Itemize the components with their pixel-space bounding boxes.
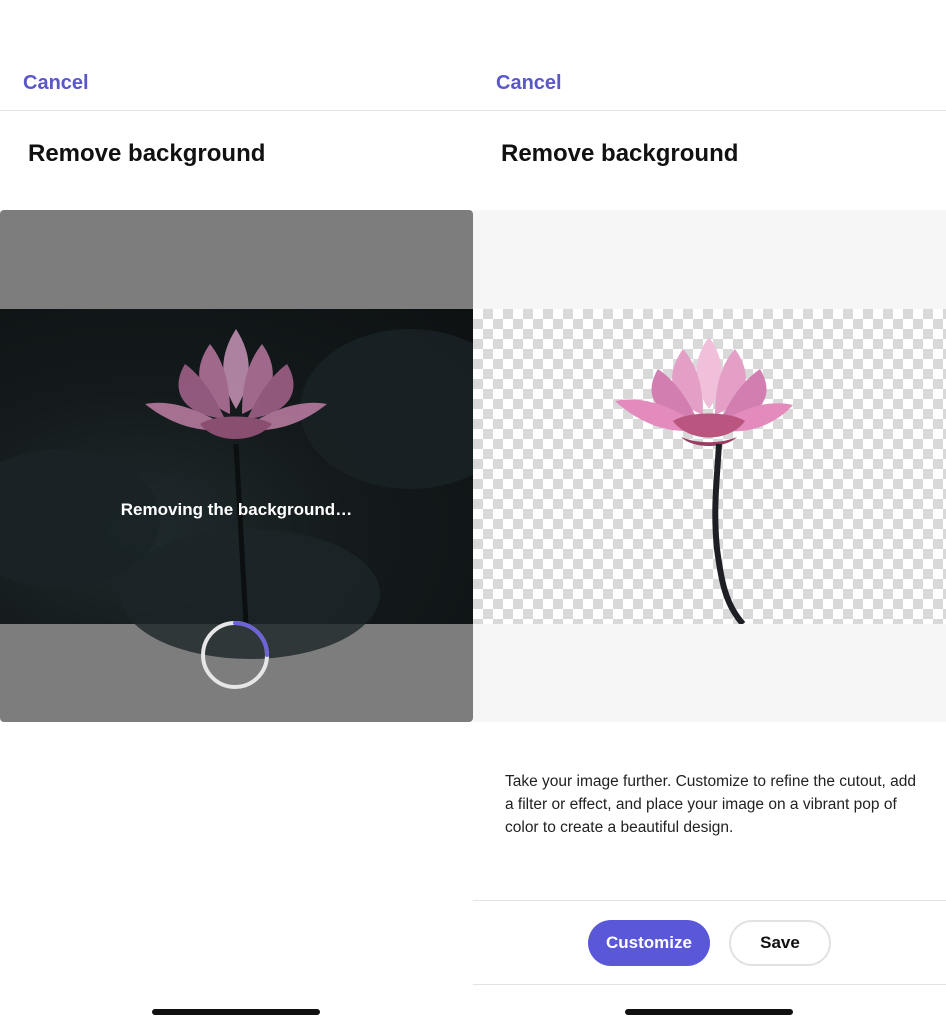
header-divider [473,110,946,111]
customize-button[interactable]: Customize [588,920,710,966]
image-preview-area [473,210,946,722]
cancel-button[interactable]: Cancel [23,72,89,95]
loading-spinner-icon [201,621,269,689]
home-indicator [625,1009,793,1015]
page-title: Remove background [501,140,739,167]
cancel-button[interactable]: Cancel [496,72,562,95]
transparent-background [473,309,946,624]
header-divider [0,110,473,111]
action-divider-bottom [473,984,946,985]
processing-screen: Cancel Remove background Removing the ba… [0,0,473,1024]
loading-message: Removing the background… [120,500,353,519]
description-text: Take your image further. Customize to re… [505,773,916,836]
lotus-flower-image [145,329,327,624]
page-title: Remove background [28,140,266,167]
result-screen: Cancel Remove background Take your image… [473,0,946,1024]
cutout-lotus-image [615,337,793,624]
save-button[interactable]: Save [729,920,831,966]
home-indicator [152,1009,320,1015]
image-preview-area [0,210,473,722]
action-divider-top [473,900,946,901]
original-photo [0,309,473,659]
